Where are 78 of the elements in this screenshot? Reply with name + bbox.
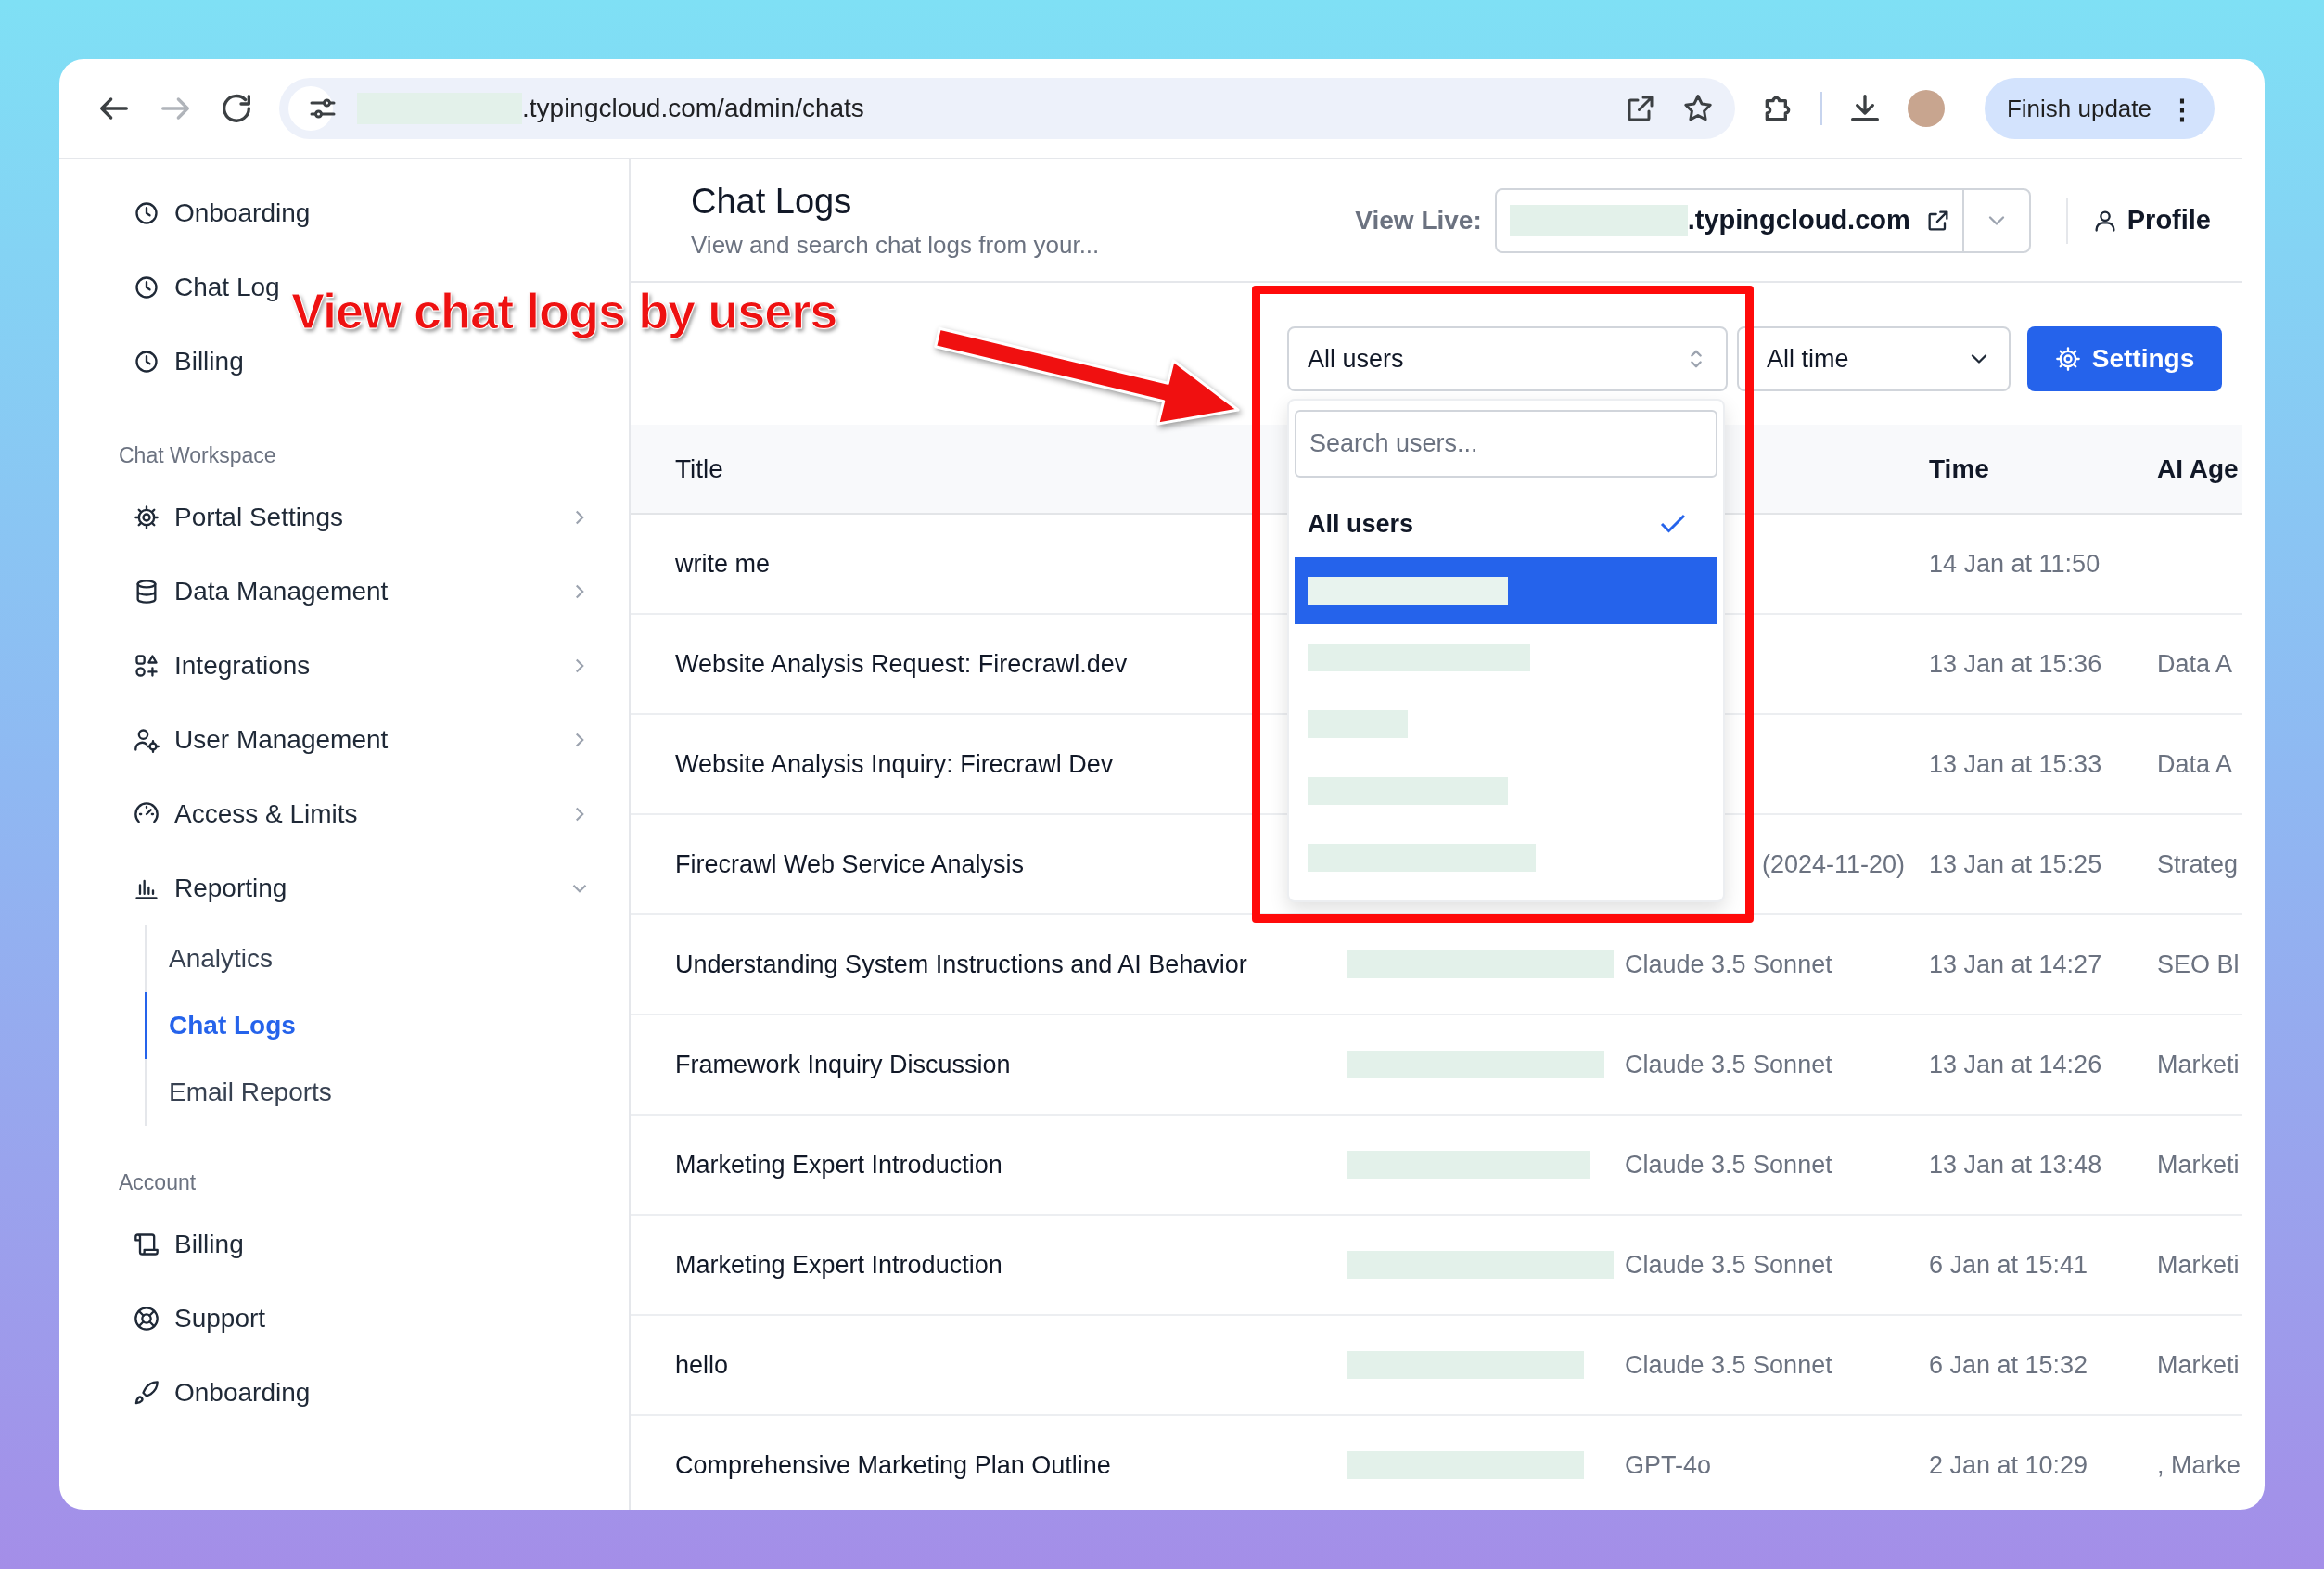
time-select[interactable]: All time bbox=[1737, 326, 2011, 391]
table-cell: , Marke bbox=[2157, 1450, 2241, 1479]
table-cell: Marketi bbox=[2157, 1150, 2240, 1179]
search-field[interactable]: Search users... bbox=[1295, 410, 1717, 478]
sidebar-subitem[interactable]: Email Reports bbox=[145, 1059, 629, 1126]
url-text: .typingcloud.com/admin/chats bbox=[522, 94, 865, 123]
live-site-select[interactable]: .typingcloud.com bbox=[1494, 187, 2031, 253]
table-cell: Claude 3.5 Sonnet bbox=[1625, 1050, 1832, 1078]
settings-button[interactable]: Settings bbox=[2027, 326, 2222, 391]
table-cell: 13 Jan at 15:25 bbox=[1929, 849, 2102, 878]
table-cell: 6 Jan at 15:41 bbox=[1929, 1250, 2088, 1279]
table-cell: 13 Jan at 14:27 bbox=[1929, 950, 2102, 978]
table-cell: Claude 3.5 Sonnet bbox=[1625, 1350, 1832, 1379]
table-cell: GPT-4o bbox=[1625, 1450, 1712, 1479]
table-cell: 13 Jan at 13:48 bbox=[1929, 1150, 2102, 1179]
table-cell: 13 Jan at 15:33 bbox=[1929, 749, 2102, 778]
sidebar-item[interactable]: User Management bbox=[59, 703, 629, 777]
sidebar-item[interactable]: Billing bbox=[59, 325, 244, 399]
column-header: Title bbox=[675, 453, 724, 484]
page-subtitle: View and search chat logs from your... bbox=[691, 230, 1101, 260]
table-cell: Data A bbox=[2157, 749, 2233, 778]
table-cell[interactable]: Understanding System Instructions and AI Behavior bbox=[675, 950, 1347, 979]
table-cell: Claude 3.5 Sonnet bbox=[1625, 1250, 1832, 1279]
sidebar-item[interactable]: Reporting bbox=[59, 851, 629, 925]
page-title: Chat Logs bbox=[691, 181, 853, 222]
table-cell: (2024-11-20) bbox=[1761, 849, 1905, 878]
sidebar-item[interactable]: Chat Log bbox=[59, 250, 280, 325]
table-cell: Claude 3.5 Sonnet bbox=[1625, 1150, 1832, 1179]
sidebar-item[interactable]: Billing bbox=[59, 1207, 629, 1282]
lifebuoy-icon bbox=[134, 1306, 160, 1332]
gear-icon bbox=[134, 504, 160, 530]
address-bar[interactable]: .typingcloud.com/admin/chats bbox=[279, 78, 1735, 139]
scroll-icon bbox=[134, 1231, 160, 1257]
table-cell: 6 Jan at 15:32 bbox=[1929, 1350, 2088, 1379]
column-header: AI Age bbox=[2157, 453, 2240, 484]
sidebar-item[interactable]: Integrations bbox=[59, 629, 629, 703]
table-cell[interactable]: hello bbox=[675, 1350, 1347, 1380]
section-heading: Chat Workspace bbox=[118, 442, 277, 469]
user-select[interactable]: All users bbox=[1287, 326, 1728, 391]
table-cell: 13 Jan at 15:36 bbox=[1929, 649, 2102, 678]
table-cell: Claude 3.5 Sonnet bbox=[1625, 950, 1832, 978]
table-cell: Marketi bbox=[2157, 1350, 2240, 1379]
avatar[interactable] bbox=[1908, 90, 1945, 127]
sidebar-item[interactable]: Data Management bbox=[59, 555, 629, 629]
table-cell[interactable]: Comprehensive Marketing Plan Outline bbox=[675, 1450, 1347, 1480]
sidebar-item[interactable]: Onboarding bbox=[59, 1356, 629, 1430]
sidebar-item[interactable]: Support bbox=[59, 1282, 629, 1356]
table-cell[interactable]: Marketing Expert Introduction bbox=[675, 1150, 1347, 1180]
section-heading: Account bbox=[118, 1169, 198, 1196]
column-header: Time bbox=[1929, 453, 1990, 484]
sidebar-subitem[interactable]: Chat Logs bbox=[145, 992, 629, 1059]
dropdown-option[interactable] bbox=[1295, 557, 1717, 624]
table-cell: Strateg bbox=[2157, 849, 2239, 878]
table-cell[interactable]: Framework Inquiry Discussion bbox=[675, 1050, 1347, 1079]
table-cell[interactable]: Marketing Expert Introduction bbox=[675, 1250, 1347, 1280]
finish-update-button[interactable]: Finish update ⋮ bbox=[1984, 78, 2215, 139]
profile-button[interactable]: Profile bbox=[2091, 205, 2211, 236]
clock-icon bbox=[134, 200, 160, 226]
sidebar-item[interactable]: Access & Limits bbox=[59, 777, 629, 851]
view-live-label: View Live: bbox=[1355, 205, 1482, 236]
clock-icon bbox=[134, 274, 160, 300]
sidebar-subitem[interactable]: Analytics bbox=[145, 925, 629, 992]
sidebar-item[interactable]: Onboarding bbox=[59, 176, 311, 250]
table-cell: 14 Jan at 11:50 bbox=[1929, 549, 2101, 578]
table-cell: Data A bbox=[2157, 649, 2233, 678]
shapes-icon bbox=[134, 653, 160, 679]
table-cell: 2 Jan at 10:29 bbox=[1929, 1450, 2088, 1479]
sidebar-item[interactable]: Portal Settings bbox=[59, 480, 629, 555]
menu-icon[interactable]: ⋮ bbox=[2168, 92, 2196, 125]
settings-icon bbox=[2054, 346, 2081, 372]
table-cell: Marketi bbox=[2157, 1050, 2240, 1078]
live-domain: .typingcloud.com bbox=[1687, 205, 1910, 236]
users-gear-icon bbox=[134, 727, 160, 753]
dropdown-option[interactable]: All users bbox=[1295, 491, 1717, 557]
table-cell: Marketi bbox=[2157, 1250, 2240, 1279]
table-cell: SEO Bl bbox=[2157, 950, 2240, 978]
table-cell: 13 Jan at 14:26 bbox=[1929, 1050, 2102, 1078]
clock-icon bbox=[134, 349, 160, 375]
